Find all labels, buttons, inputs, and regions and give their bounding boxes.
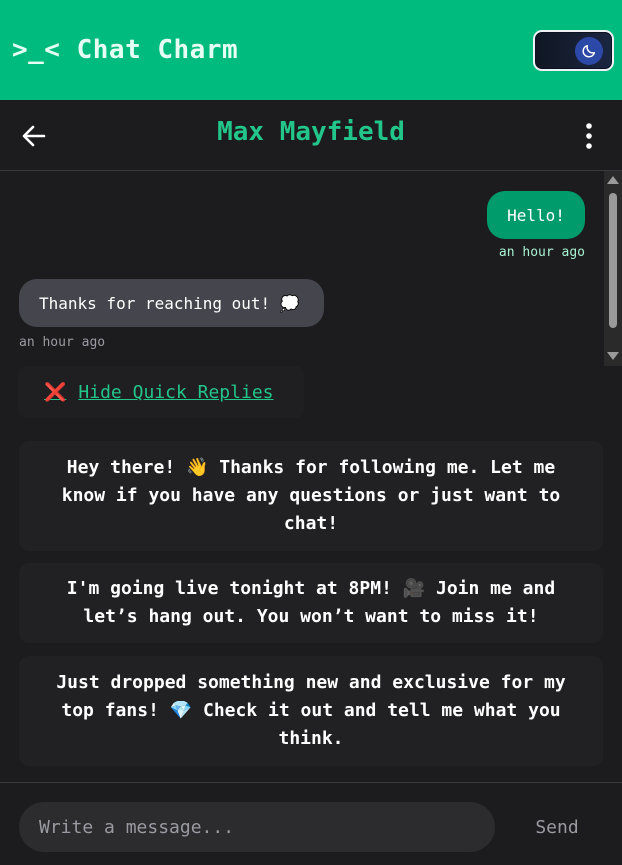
theme-toggle[interactable] — [533, 30, 614, 71]
outgoing-message: Hello! — [487, 191, 585, 239]
close-icon: ❌ — [44, 381, 67, 403]
quick-reply-item[interactable]: I'm going live tonight at 8PM! 🎥 Join me… — [19, 563, 603, 643]
message-timestamp: an hour ago — [19, 335, 106, 350]
moon-icon — [575, 37, 603, 65]
message-composer: Send — [0, 782, 622, 865]
message-input[interactable] — [19, 802, 495, 852]
hide-quick-replies-button[interactable]: ❌ Hide Quick Replies — [18, 366, 304, 418]
app-title: >_< Chat Charm — [12, 35, 239, 65]
more-vertical-icon — [586, 123, 592, 149]
quick-reply-item[interactable]: Just dropped something new and exclusive… — [19, 656, 603, 766]
app-header: >_< Chat Charm — [0, 0, 622, 100]
contact-name: Max Mayfield — [217, 117, 405, 147]
incoming-message: Thanks for reaching out! 💭 — [19, 279, 324, 327]
chat-header: Max Mayfield — [0, 100, 622, 171]
message-scrollbar[interactable] — [604, 171, 622, 366]
message-list[interactable]: Hello! an hour ago Thanks for reaching o… — [0, 171, 604, 366]
scroll-thumb[interactable] — [609, 193, 617, 328]
message-timestamp: an hour ago — [498, 245, 585, 260]
scroll-up-arrow-icon[interactable] — [607, 176, 619, 184]
quick-reply-item[interactable]: Hey there! 👋 Thanks for following me. Le… — [19, 441, 603, 551]
scroll-down-arrow-icon[interactable] — [607, 352, 619, 360]
send-button[interactable]: Send — [518, 802, 596, 852]
more-options-button[interactable] — [578, 122, 600, 150]
hide-quick-replies-label: Hide Quick Replies — [78, 381, 274, 403]
